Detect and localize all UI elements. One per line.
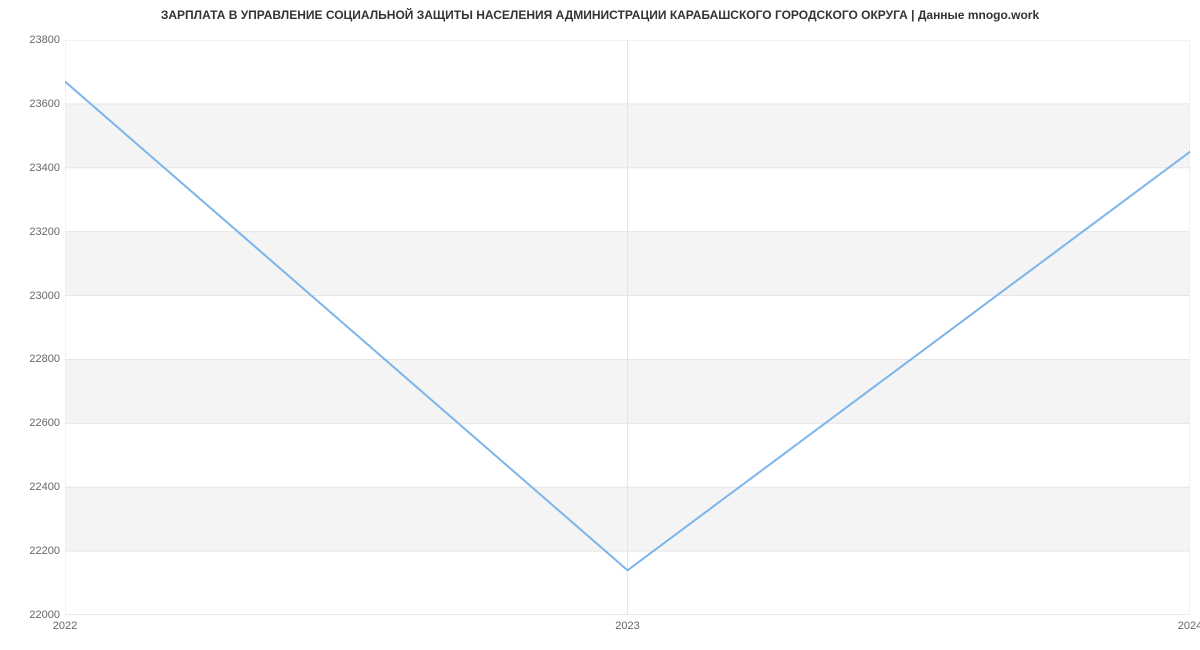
plot-area — [65, 40, 1190, 615]
y-tick-label: 22200 — [5, 545, 60, 557]
y-tick-label: 22600 — [5, 417, 60, 429]
y-tick-label: 22000 — [5, 609, 60, 621]
y-tick-label: 23800 — [5, 34, 60, 46]
y-tick-label: 23200 — [5, 226, 60, 238]
y-tick-label: 23600 — [5, 98, 60, 110]
y-tick-label: 23000 — [5, 290, 60, 302]
plot-svg — [65, 40, 1190, 615]
chart-container: ЗАРПЛАТА В УПРАВЛЕНИЕ СОЦИАЛЬНОЙ ЗАЩИТЫ … — [0, 0, 1200, 650]
chart-title: ЗАРПЛАТА В УПРАВЛЕНИЕ СОЦИАЛЬНОЙ ЗАЩИТЫ … — [0, 8, 1200, 22]
y-tick-label: 22800 — [5, 353, 60, 365]
y-tick-label: 22400 — [5, 481, 60, 493]
x-tick-label: 2022 — [53, 620, 77, 632]
x-tick-label: 2023 — [615, 620, 639, 632]
y-tick-label: 23400 — [5, 162, 60, 174]
x-tick-label: 2024 — [1178, 620, 1200, 632]
